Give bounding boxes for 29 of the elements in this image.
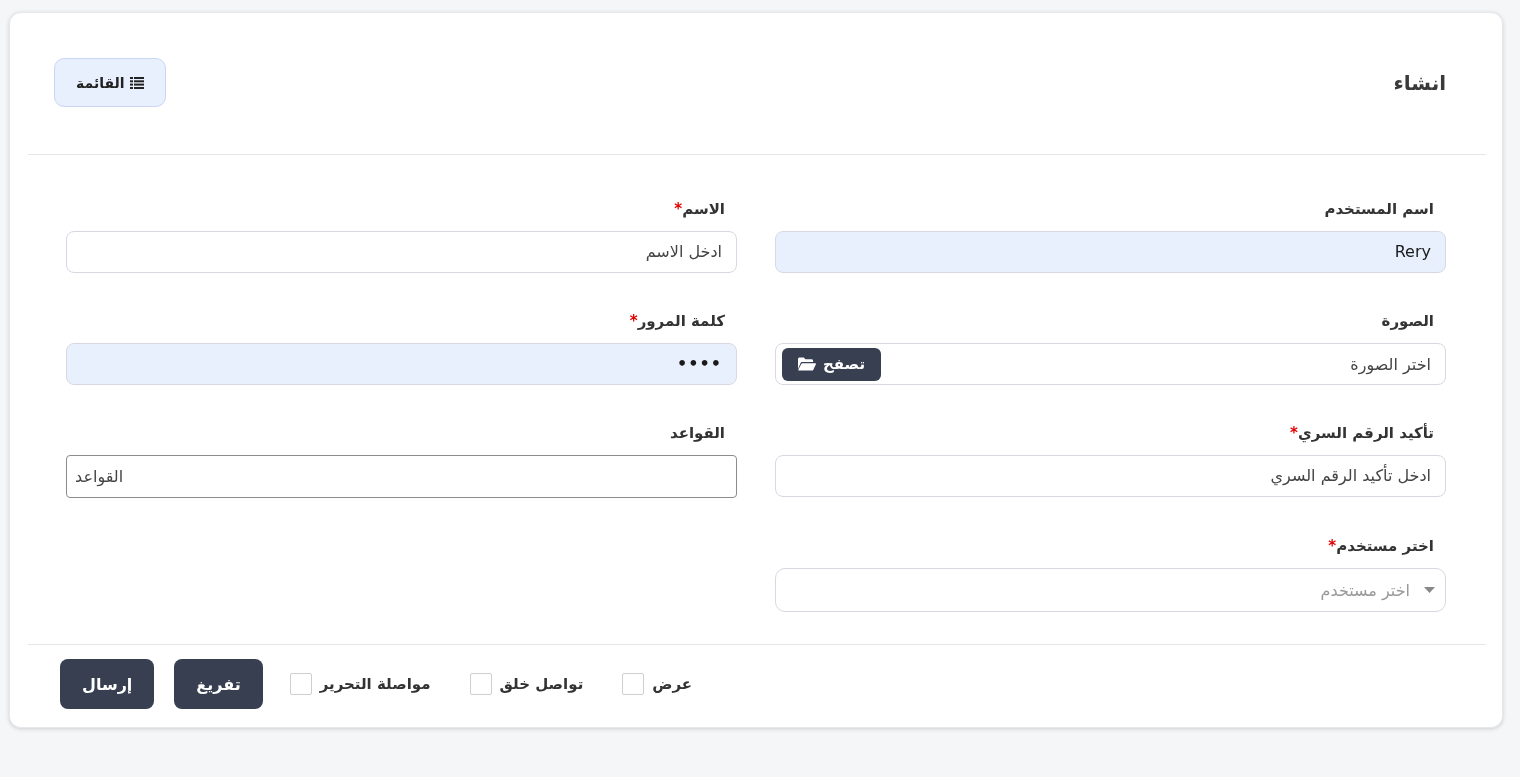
caret-icon (1424, 587, 1435, 593)
checkbox-label: تواصل خلق (499, 675, 584, 693)
text-field[interactable]: Rery (775, 231, 1446, 273)
file-placeholder: اختر الصورة (1350, 354, 1431, 374)
field-label: الاسم* (674, 200, 725, 218)
field-label: كلمة المرور* (629, 312, 725, 330)
field-label: اسم المستخدم (1324, 200, 1434, 218)
clear-button[interactable]: تفريغ (174, 659, 263, 709)
password-field[interactable]: •••• (66, 343, 737, 385)
checkbox[interactable] (289, 673, 312, 695)
file-field[interactable]: اختر الصورة تصفح (775, 343, 1446, 385)
folder-icon (798, 357, 816, 371)
list-icon (129, 76, 144, 89)
field-label: تأكيد الرقم السري* (1290, 424, 1434, 442)
checkbox[interactable] (622, 673, 645, 695)
text-field[interactable]: ادخل الاسم (66, 231, 737, 273)
submit-button[interactable]: إرسال (60, 659, 155, 709)
field-label: الصورة (1381, 312, 1434, 330)
list-button[interactable]: القائمة (54, 58, 166, 107)
checkbox-label: عرض (652, 675, 693, 693)
text-field[interactable]: القواعد (66, 455, 737, 498)
text-field[interactable]: ادخل تأكيد الرقم السري (775, 455, 1446, 497)
checkbox[interactable] (469, 673, 492, 695)
browse-button[interactable]: تصفح (782, 347, 882, 381)
page-title: انشاء (1393, 70, 1446, 95)
select-placeholder: اختر مستخدم (1320, 580, 1410, 600)
field-label: القواعد (669, 424, 725, 442)
field-label: اختر مستخدم* (1328, 537, 1434, 555)
checkbox-label: مواصلة التحرير (319, 675, 431, 693)
